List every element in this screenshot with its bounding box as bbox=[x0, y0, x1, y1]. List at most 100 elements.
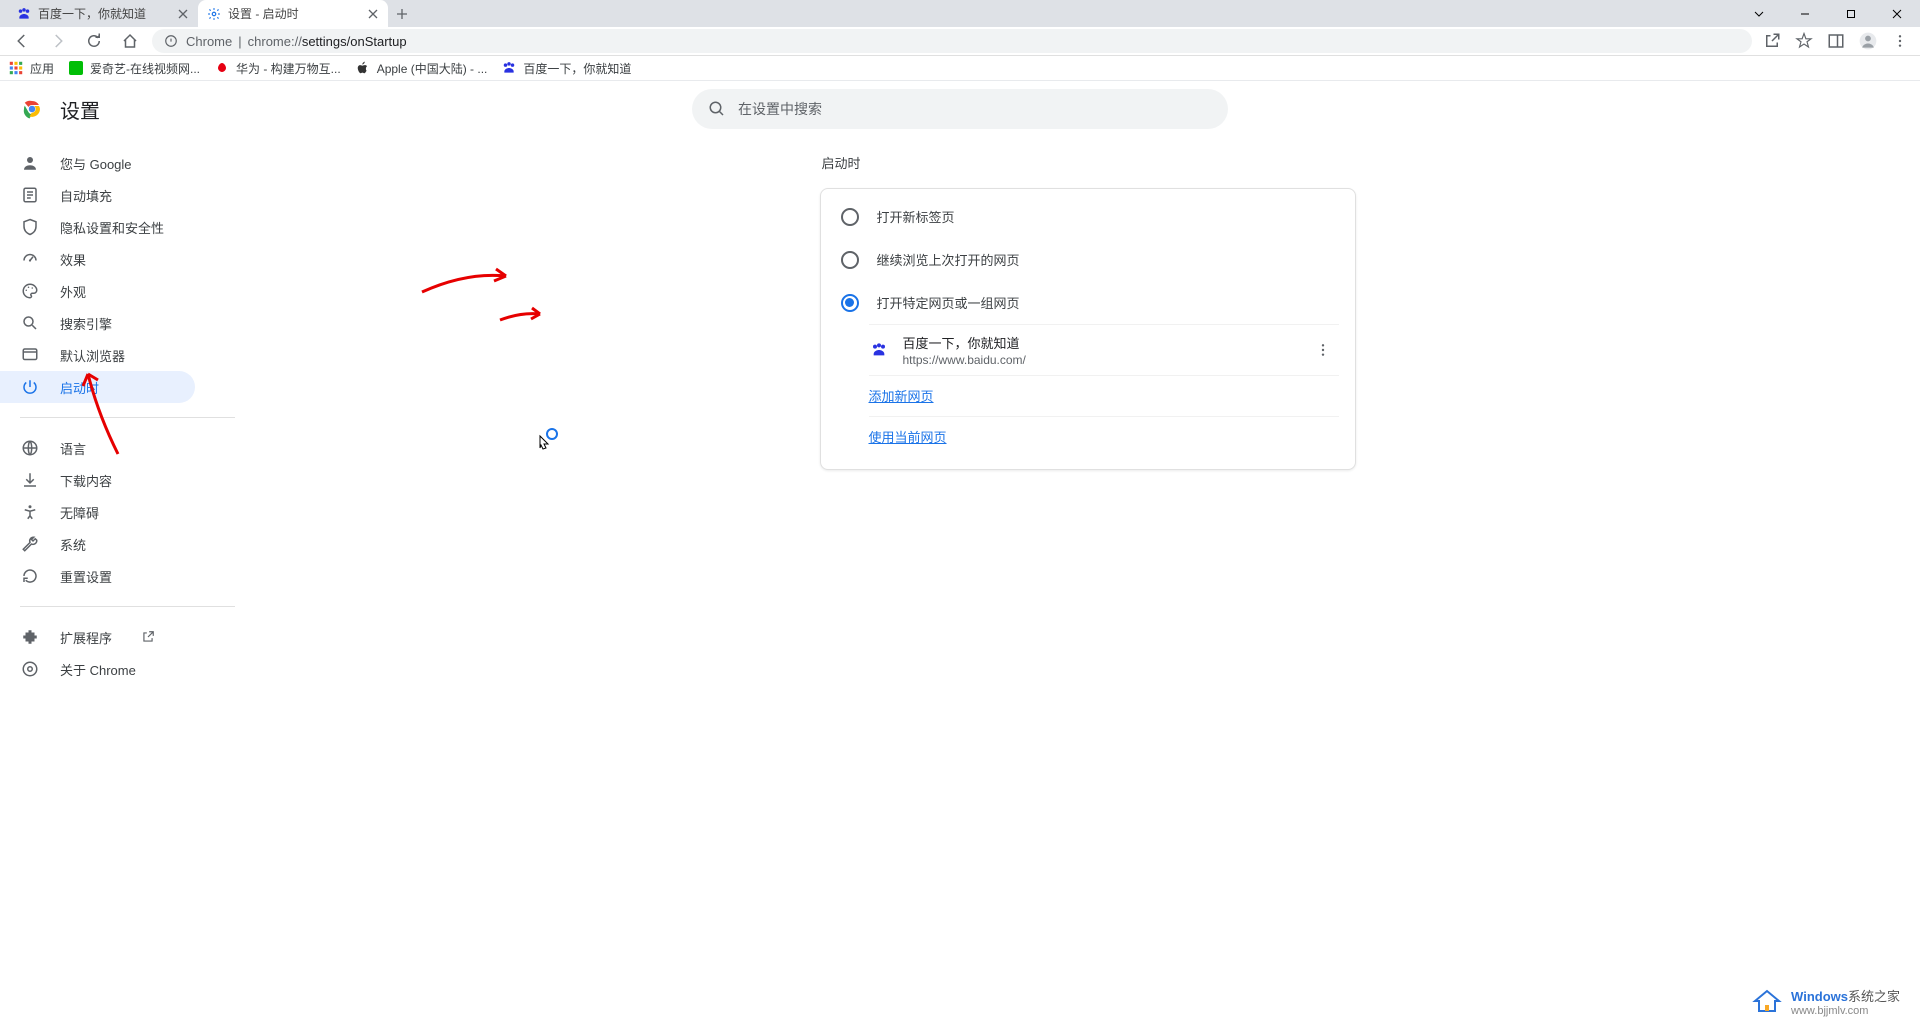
sidebar-item-you-and-google[interactable]: 您与 Google bbox=[0, 147, 195, 179]
share-icon[interactable] bbox=[1760, 29, 1784, 53]
sidebar-item-label: 重置设置 bbox=[60, 567, 112, 586]
huawei-favicon-icon bbox=[214, 60, 230, 76]
bookmark-label: 华为 - 构建万物互... bbox=[236, 60, 341, 77]
add-new-page-link[interactable]: 添加新网页 bbox=[869, 389, 934, 404]
globe-icon bbox=[20, 438, 40, 458]
sidebar-item-system[interactable]: 系统 bbox=[0, 528, 195, 560]
chrome-menu-icon[interactable] bbox=[1888, 29, 1912, 53]
external-link-icon bbox=[138, 627, 158, 647]
wrench-icon bbox=[20, 534, 40, 554]
watermark: Windows系统之家 www.bjjmlv.com bbox=[1751, 985, 1900, 1017]
sidebar-item-downloads[interactable]: 下载内容 bbox=[0, 464, 195, 496]
search-placeholder: 在设置中搜索 bbox=[738, 99, 822, 119]
window-minimize-button[interactable] bbox=[1782, 0, 1828, 27]
sidebar-item-performance[interactable]: 效果 bbox=[0, 243, 195, 275]
browser-tab-settings[interactable]: 设置 - 启动时 bbox=[198, 0, 388, 27]
startup-page-row: 百度一下，你就知道 https://www.baidu.com/ bbox=[869, 324, 1339, 375]
radio-label: 继续浏览上次打开的网页 bbox=[877, 250, 1020, 269]
baidu-favicon-icon bbox=[501, 60, 517, 76]
back-button[interactable] bbox=[8, 27, 36, 55]
new-tab-button[interactable] bbox=[388, 0, 416, 27]
settings-favicon-icon bbox=[206, 6, 222, 22]
radio-continue[interactable]: 继续浏览上次打开的网页 bbox=[821, 238, 1355, 281]
sidebar-item-accessibility[interactable]: 无障碍 bbox=[0, 496, 195, 528]
accessibility-icon bbox=[20, 502, 40, 522]
apps-shortcut[interactable]: 应用 bbox=[8, 60, 54, 77]
sidebar-item-search-engine[interactable]: 搜索引擎 bbox=[0, 307, 195, 339]
settings-main: 启动时 打开新标签页 继续浏览上次打开的网页 打开特定网页或一组网页 bbox=[255, 81, 1920, 1027]
window-close-button[interactable] bbox=[1874, 0, 1920, 27]
browser-toolbar: Chrome | chrome://settings/onStartup bbox=[0, 27, 1920, 56]
side-panel-icon[interactable] bbox=[1824, 29, 1848, 53]
bookmark-bar: 应用 爱奇艺-在线视频网... 华为 - 构建万物互... Apple (中国大… bbox=[0, 56, 1920, 81]
bookmark-item-huawei[interactable]: 华为 - 构建万物互... bbox=[214, 60, 341, 77]
tab-close-button[interactable] bbox=[176, 7, 190, 21]
omnibox-url-prefix: chrome:// bbox=[248, 34, 302, 49]
sidebar-item-appearance[interactable]: 外观 bbox=[0, 275, 195, 307]
sidebar-item-label: 您与 Google bbox=[60, 154, 132, 173]
sidebar-item-label: 搜索引擎 bbox=[60, 314, 112, 333]
watermark-brand1: Windows bbox=[1791, 989, 1848, 1004]
chrome-logo-icon bbox=[20, 97, 44, 121]
watermark-brand2: 系统之家 bbox=[1848, 989, 1900, 1004]
title-bar: 百度一下，你就知道 设置 - 启动时 bbox=[0, 0, 1920, 27]
reload-button[interactable] bbox=[80, 27, 108, 55]
home-button[interactable] bbox=[116, 27, 144, 55]
sidebar-item-label: 无障碍 bbox=[60, 503, 99, 522]
radio-specific-pages[interactable]: 打开特定网页或一组网页 bbox=[821, 281, 1355, 324]
sidebar-item-extensions[interactable]: 扩展程序 bbox=[0, 621, 195, 653]
sidebar-item-autofill[interactable]: 自动填充 bbox=[0, 179, 195, 211]
sidebar-separator bbox=[20, 417, 235, 418]
sidebar-item-languages[interactable]: 语言 bbox=[0, 432, 195, 464]
radio-new-tab[interactable]: 打开新标签页 bbox=[821, 195, 1355, 238]
bookmark-item-iqiyi[interactable]: 爱奇艺-在线视频网... bbox=[68, 60, 200, 77]
extension-icon bbox=[20, 627, 40, 647]
bookmark-label: Apple (中国大陆) - ... bbox=[377, 60, 488, 77]
toolbar-right bbox=[1760, 29, 1912, 53]
startup-page-url: https://www.baidu.com/ bbox=[903, 353, 1293, 367]
apple-favicon-icon bbox=[355, 60, 371, 76]
sidebar-item-label: 隐私设置和安全性 bbox=[60, 218, 164, 237]
tab-close-button[interactable] bbox=[366, 7, 380, 21]
tab-title: 设置 - 启动时 bbox=[228, 5, 366, 22]
settings-sidebar: 您与 Google 自动填充 隐私设置和安全性 效果 外观 搜索引擎 bbox=[0, 81, 255, 1027]
search-icon bbox=[20, 313, 40, 333]
use-current-pages-link[interactable]: 使用当前网页 bbox=[869, 430, 947, 445]
radio-icon bbox=[841, 251, 859, 269]
page-more-menu-button[interactable] bbox=[1307, 334, 1339, 366]
sidebar-item-reset[interactable]: 重置设置 bbox=[0, 560, 195, 592]
use-current-row: 使用当前网页 bbox=[869, 416, 1339, 457]
watermark-sub: www.bjjmlv.com bbox=[1791, 1005, 1900, 1017]
window-dropdown-button[interactable] bbox=[1736, 0, 1782, 27]
person-icon bbox=[20, 153, 40, 173]
omnibox-divider: | bbox=[238, 34, 241, 49]
bookmark-item-apple[interactable]: Apple (中国大陆) - ... bbox=[355, 60, 488, 77]
site-info-icon[interactable] bbox=[164, 34, 178, 48]
speed-icon bbox=[20, 249, 40, 269]
forward-button[interactable] bbox=[44, 27, 72, 55]
sidebar-item-label: 效果 bbox=[60, 250, 86, 269]
address-bar[interactable]: Chrome | chrome://settings/onStartup bbox=[152, 29, 1752, 53]
sidebar-item-label: 扩展程序 bbox=[60, 628, 112, 647]
sidebar-item-about[interactable]: 关于 Chrome bbox=[0, 653, 195, 685]
sidebar-item-on-startup[interactable]: 启动时 bbox=[0, 371, 195, 403]
sidebar-item-label: 启动时 bbox=[60, 378, 99, 397]
sidebar-item-privacy[interactable]: 隐私设置和安全性 bbox=[0, 211, 195, 243]
bookmark-item-baidu[interactable]: 百度一下，你就知道 bbox=[501, 60, 631, 77]
tab-title: 百度一下，你就知道 bbox=[38, 5, 176, 22]
sidebar-item-default-browser[interactable]: 默认浏览器 bbox=[0, 339, 195, 371]
radio-label: 打开特定网页或一组网页 bbox=[877, 293, 1020, 312]
profile-avatar-icon[interactable] bbox=[1856, 29, 1880, 53]
add-page-row: 添加新网页 bbox=[869, 375, 1339, 416]
sidebar-item-label: 自动填充 bbox=[60, 186, 112, 205]
tab-strip: 百度一下，你就知道 设置 - 启动时 bbox=[0, 0, 416, 27]
window-maximize-button[interactable] bbox=[1828, 0, 1874, 27]
omnibox-url: settings/onStartup bbox=[302, 34, 407, 49]
browser-tab-baidu[interactable]: 百度一下，你就知道 bbox=[8, 0, 198, 27]
startup-card: 打开新标签页 继续浏览上次打开的网页 打开特定网页或一组网页 百度一下，你就知道 bbox=[820, 188, 1356, 470]
baidu-favicon-icon bbox=[16, 6, 32, 22]
settings-header: 设置 在设置中搜索 bbox=[0, 81, 1920, 137]
settings-search-input[interactable]: 在设置中搜索 bbox=[692, 89, 1228, 129]
bookmark-star-icon[interactable] bbox=[1792, 29, 1816, 53]
bookmark-label: 百度一下，你就知道 bbox=[523, 60, 631, 77]
